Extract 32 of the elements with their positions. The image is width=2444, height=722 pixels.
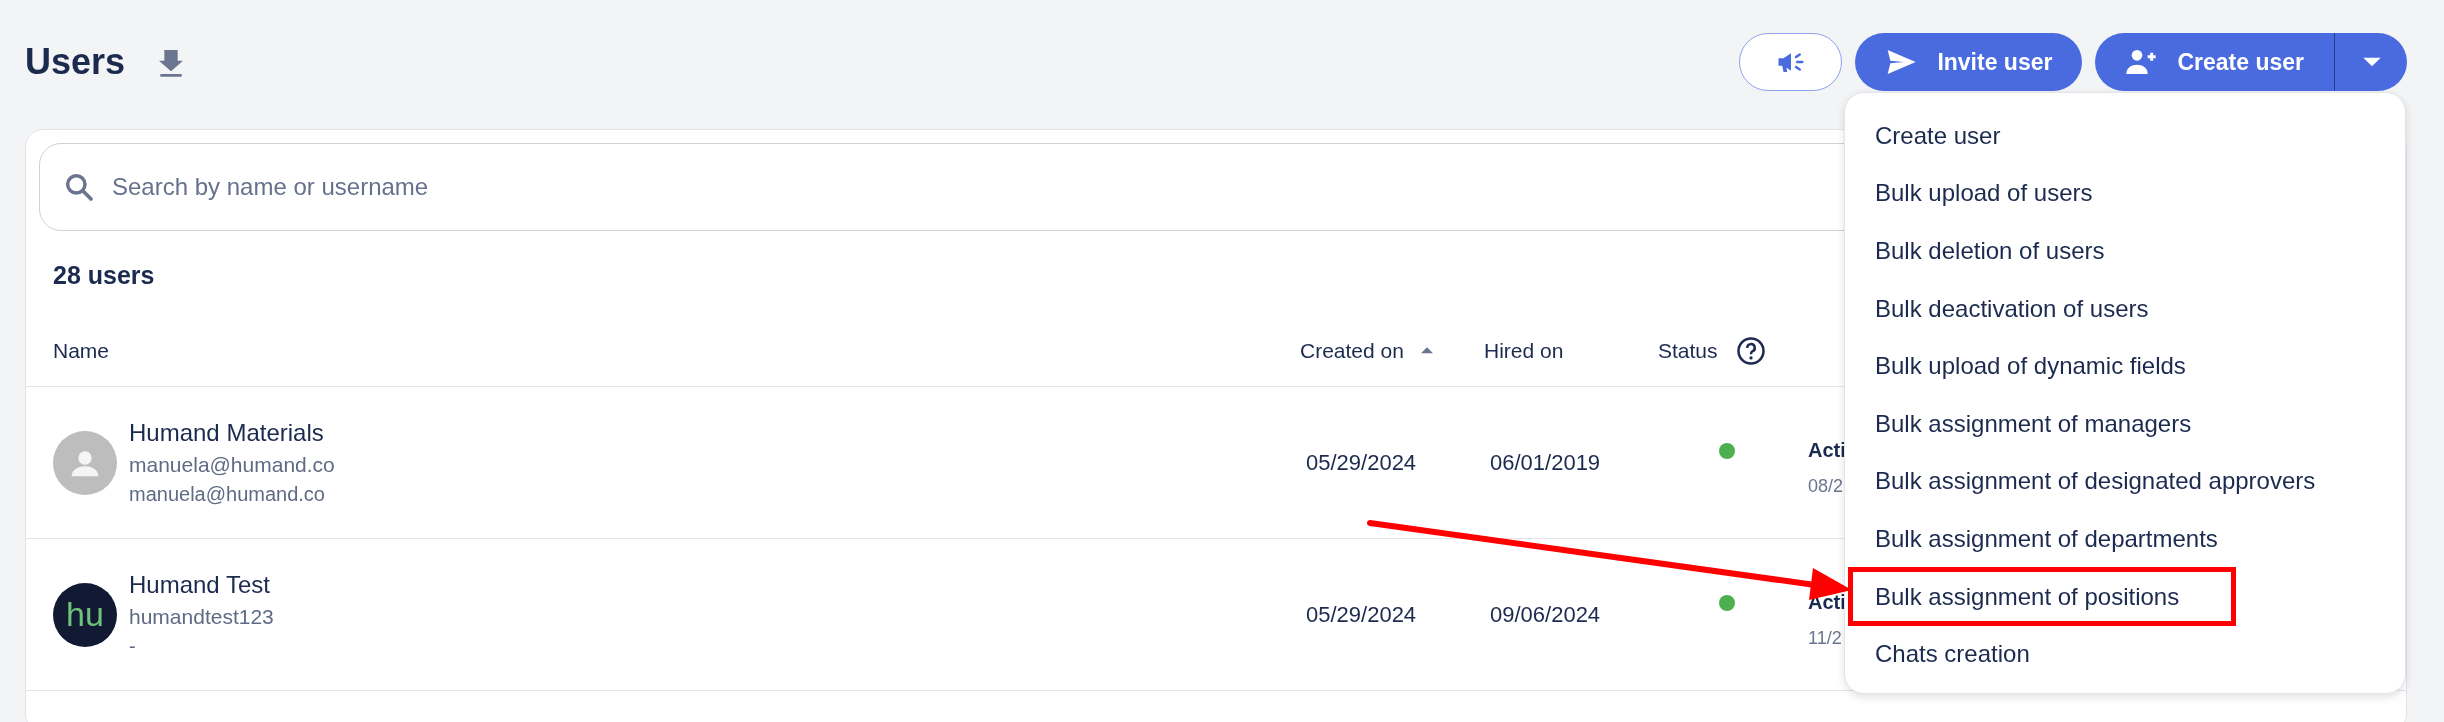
column-header: Hired on [1484,339,1564,363]
menu-item[interactable]: Bulk assignment of positions [1849,567,2235,626]
status-date: 08/2 [1808,475,1844,497]
menu-item[interactable]: Bulk assignment of departments [1849,510,2401,568]
help-icon[interactable] [1735,336,1766,366]
user-count: 28 users [53,261,156,290]
column-header[interactable]: Created on [1300,339,1404,363]
user-email: manuela@humand.co [129,483,326,506]
created-date: 05/29/2024 [1306,601,1417,627]
status-date: 11/2 [1808,627,1842,649]
invite-user-button[interactable]: Invite user [1855,33,2083,91]
created-date: 05/29/2024 [1306,449,1417,475]
hired-date: 09/06/2024 [1490,601,1601,627]
hired-date: 06/01/2019 [1490,449,1601,475]
page-title: Users [25,41,126,83]
username: humandtest123 [129,605,274,629]
menu-item[interactable]: Bulk upload of dynamic fields [1849,337,2401,395]
user-name: Humand Materials [129,419,325,447]
menu-item[interactable]: Bulk deactivation of users [1849,279,2401,338]
dropdown-button[interactable] [2334,33,2407,91]
username: manuela@humand.co [129,453,335,477]
user-name: Humand Test [129,571,271,599]
menu-item[interactable]: Bulk assignment of designated approvers [1849,452,2401,511]
search-icon [63,171,95,203]
column-header: Status [1658,339,1718,363]
create-user-button[interactable]: Create user [2095,33,2334,91]
menu-item[interactable]: Bulk assignment of managers [1849,394,2401,453]
status-text: Acti [1808,438,1846,462]
user-email: - [129,635,137,658]
avatar: hu [53,582,117,647]
menu-item[interactable]: Chats creation [1849,625,2401,683]
column-header: Name [53,339,110,363]
